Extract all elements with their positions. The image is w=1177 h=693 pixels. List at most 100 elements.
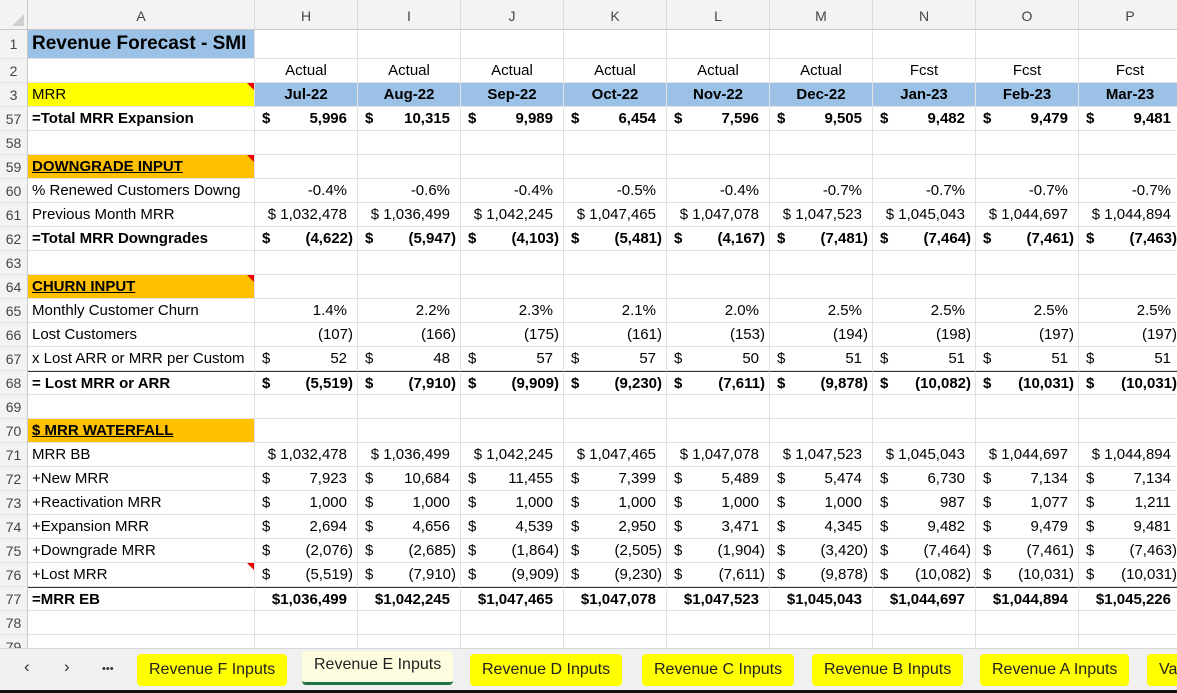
value-cell[interactable]: 2.0% <box>667 299 770 323</box>
row-header-78[interactable]: 78 <box>0 611 28 635</box>
row-header-59[interactable]: 59 <box>0 155 28 179</box>
value-cell[interactable]: $9,989 <box>461 107 564 131</box>
row-header-66[interactable]: 66 <box>0 323 28 347</box>
value-cell[interactable]: $1,036,499 <box>255 587 358 611</box>
value-cell[interactable] <box>770 131 873 155</box>
value-cell[interactable]: $ (9,230) <box>564 563 667 587</box>
value-cell[interactable] <box>873 635 976 648</box>
value-cell[interactable]: $9,505 <box>770 107 873 131</box>
value-cell[interactable]: $51 <box>873 347 976 371</box>
value-cell[interactable]: $1,000 <box>564 491 667 515</box>
cell[interactable] <box>770 30 873 59</box>
value-cell[interactable] <box>667 131 770 155</box>
row-label-cell[interactable]: x Lost ARR or MRR per Custom <box>28 347 255 371</box>
value-cell[interactable]: $ (5,519) <box>255 563 358 587</box>
sheet-tab[interactable]: Revenue D Inputs <box>470 654 623 686</box>
row-label-cell[interactable]: Previous Month MRR <box>28 203 255 227</box>
value-cell[interactable] <box>1079 635 1177 648</box>
value-cell[interactable] <box>770 395 873 419</box>
value-cell[interactable] <box>873 131 976 155</box>
value-cell[interactable] <box>564 275 667 299</box>
month-header-cell[interactable]: Jul-22 <box>255 83 358 107</box>
value-cell[interactable]: -0.7% <box>976 179 1079 203</box>
value-cell[interactable]: $ 1,044,894 <box>1079 443 1177 467</box>
value-cell[interactable]: $4,345 <box>770 515 873 539</box>
value-cell[interactable]: $10,684 <box>358 467 461 491</box>
column-header-M[interactable]: M <box>770 0 873 30</box>
value-cell[interactable] <box>358 611 461 635</box>
value-cell[interactable]: $ (10,031) <box>976 371 1079 395</box>
value-cell[interactable]: $ 1,032,478 <box>255 203 358 227</box>
value-cell[interactable]: $2,694 <box>255 515 358 539</box>
value-cell[interactable]: $ 1,047,078 <box>667 203 770 227</box>
column-header-O[interactable]: O <box>976 0 1079 30</box>
value-cell[interactable]: $1,000 <box>255 491 358 515</box>
value-cell[interactable]: 2.5% <box>976 299 1079 323</box>
row-header-64[interactable]: 64 <box>0 275 28 299</box>
value-cell[interactable]: $5,489 <box>667 467 770 491</box>
value-cell[interactable]: $11,455 <box>461 467 564 491</box>
sheet-tab[interactable]: Revenue A Inputs <box>980 654 1130 686</box>
value-cell[interactable]: $ (4,167) <box>667 227 770 251</box>
value-cell[interactable]: $57 <box>564 347 667 371</box>
value-cell[interactable] <box>461 635 564 648</box>
value-cell[interactable]: (175) <box>461 323 564 347</box>
row-label-cell[interactable]: MRR BB <box>28 443 255 467</box>
value-cell[interactable]: $51 <box>1079 347 1177 371</box>
column-header-J[interactable]: J <box>461 0 564 30</box>
value-cell[interactable] <box>461 275 564 299</box>
row-header-75[interactable]: 75 <box>0 539 28 563</box>
row-label-cell[interactable]: Lost Customers <box>28 323 255 347</box>
value-cell[interactable] <box>976 611 1079 635</box>
row-header-57[interactable]: 57 <box>0 107 28 131</box>
value-cell[interactable] <box>461 131 564 155</box>
value-cell[interactable]: $1,047,078 <box>564 587 667 611</box>
value-cell[interactable] <box>461 251 564 275</box>
value-cell[interactable]: $ 1,044,697 <box>976 203 1079 227</box>
cell[interactable] <box>461 30 564 59</box>
value-cell[interactable]: $ (4,103) <box>461 227 564 251</box>
value-cell[interactable]: $ (10,031) <box>1079 371 1177 395</box>
value-cell[interactable]: $52 <box>255 347 358 371</box>
value-cell[interactable]: $ 1,047,078 <box>667 443 770 467</box>
value-cell[interactable] <box>667 635 770 648</box>
value-cell[interactable] <box>1079 251 1177 275</box>
value-cell[interactable] <box>564 419 667 443</box>
value-cell[interactable] <box>1079 395 1177 419</box>
value-cell[interactable]: $7,134 <box>1079 467 1177 491</box>
section-header-cell[interactable]: DOWNGRADE INPUT <box>28 155 255 179</box>
row-label-cell[interactable]: +New MRR <box>28 467 255 491</box>
sheet-tab[interactable]: Revenue B Inputs <box>812 654 964 686</box>
value-cell[interactable]: $ 1,047,465 <box>564 443 667 467</box>
value-cell[interactable]: $9,481 <box>1079 107 1177 131</box>
row-header-77[interactable]: 77 <box>0 587 28 611</box>
column-header-L[interactable]: L <box>667 0 770 30</box>
value-cell[interactable]: $ 1,032,478 <box>255 443 358 467</box>
value-cell[interactable]: $ 1,047,523 <box>770 443 873 467</box>
row-header-71[interactable]: 71 <box>0 443 28 467</box>
column-header-K[interactable]: K <box>564 0 667 30</box>
value-cell[interactable]: $5,474 <box>770 467 873 491</box>
sheet-tab[interactable]: Revenue C Inputs <box>642 654 795 686</box>
row-label-cell[interactable]: =MRR EB <box>28 587 255 611</box>
value-cell[interactable] <box>873 419 976 443</box>
row-header-73[interactable]: 73 <box>0 491 28 515</box>
value-cell[interactable]: $1,042,245 <box>358 587 461 611</box>
value-cell[interactable]: $ 1,044,894 <box>1079 203 1177 227</box>
prev-sheet-button[interactable]: ‹ <box>24 657 30 677</box>
mrr-label-cell[interactable]: MRR <box>28 83 255 107</box>
value-cell[interactable] <box>976 275 1079 299</box>
value-cell[interactable]: $ (7,611) <box>667 371 770 395</box>
value-cell[interactable] <box>1079 131 1177 155</box>
value-cell[interactable]: $1,045,043 <box>770 587 873 611</box>
value-cell[interactable]: $ (5,947) <box>358 227 461 251</box>
period-type-cell[interactable]: Actual <box>461 59 564 83</box>
value-cell[interactable]: 1.4% <box>255 299 358 323</box>
value-cell[interactable] <box>976 251 1079 275</box>
value-cell[interactable]: -0.4% <box>255 179 358 203</box>
value-cell[interactable]: $ (7,464) <box>873 227 976 251</box>
cell[interactable] <box>28 59 255 83</box>
value-cell[interactable]: (153) <box>667 323 770 347</box>
period-type-cell[interactable]: Actual <box>358 59 461 83</box>
row-label-cell[interactable] <box>28 251 255 275</box>
